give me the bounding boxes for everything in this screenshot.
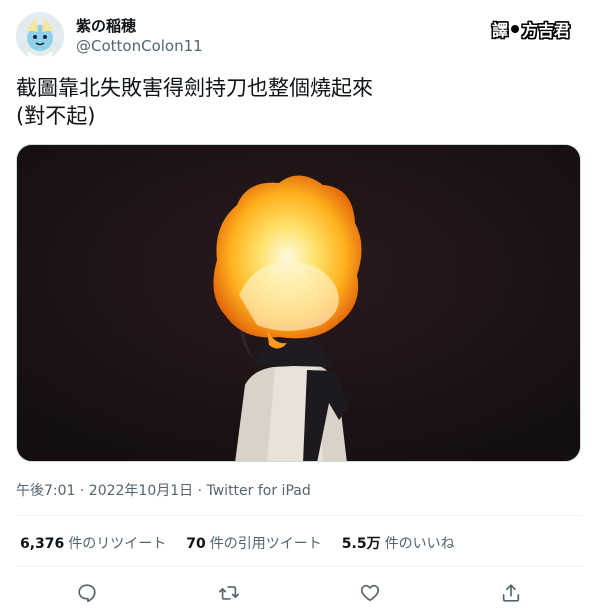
reply-icon bbox=[78, 584, 96, 603]
retweet-label: 件のリツイート bbox=[68, 536, 167, 552]
quote-stat[interactable]: 70 件の引用ツイート bbox=[186, 533, 321, 553]
share-button[interactable] bbox=[494, 576, 528, 610]
retweet-count: 6,376 bbox=[20, 536, 65, 552]
retweet-button[interactable] bbox=[212, 576, 246, 610]
reply-button[interactable] bbox=[70, 576, 104, 610]
like-count: 5.5万 bbox=[341, 536, 381, 552]
translator-prefix: 譯 bbox=[492, 21, 509, 40]
divider bbox=[16, 566, 582, 567]
retweet-icon bbox=[219, 586, 239, 600]
anime-character-avatar-icon bbox=[16, 12, 64, 60]
translator-badge: 譯 方吉君 bbox=[492, 16, 570, 42]
share-icon bbox=[502, 584, 520, 602]
like-button[interactable] bbox=[353, 576, 387, 610]
like-label: 件のいいね bbox=[384, 536, 455, 552]
tweet-line: (對不起) bbox=[16, 104, 96, 128]
heart-icon bbox=[360, 584, 380, 602]
tweet-media[interactable] bbox=[16, 144, 581, 462]
divider bbox=[16, 515, 582, 516]
engagement-stats: 6,376 件のリツイート 70 件の引用ツイート 5.5万 件のいいね bbox=[20, 533, 455, 553]
tweet-line: 截圖靠北失敗害得劍持刀也整個燒起來 bbox=[16, 76, 373, 100]
retweet-stat[interactable]: 6,376 件のリツイート bbox=[20, 533, 166, 553]
badge-dot-icon bbox=[511, 25, 520, 33]
tweet-timestamp[interactable]: 午後7:01 · 2022年10月1日 · Twitter for iPad bbox=[16, 480, 311, 500]
quote-count: 70 bbox=[186, 536, 206, 552]
user-handle[interactable]: @CottonColon11 bbox=[76, 37, 203, 55]
translator-name: 方吉君 bbox=[522, 21, 571, 40]
action-bar bbox=[16, 576, 582, 610]
tweet-text: 截圖靠北失敗害得劍持刀也整個燒起來 (對不起) bbox=[16, 74, 576, 130]
burning-figure-image-icon bbox=[17, 145, 580, 461]
quote-label: 件の引用ツイート bbox=[209, 536, 322, 552]
display-name[interactable]: 紫の稲穂 bbox=[76, 15, 136, 36]
like-stat[interactable]: 5.5万 件のいいね bbox=[342, 533, 455, 553]
avatar[interactable] bbox=[16, 12, 64, 60]
